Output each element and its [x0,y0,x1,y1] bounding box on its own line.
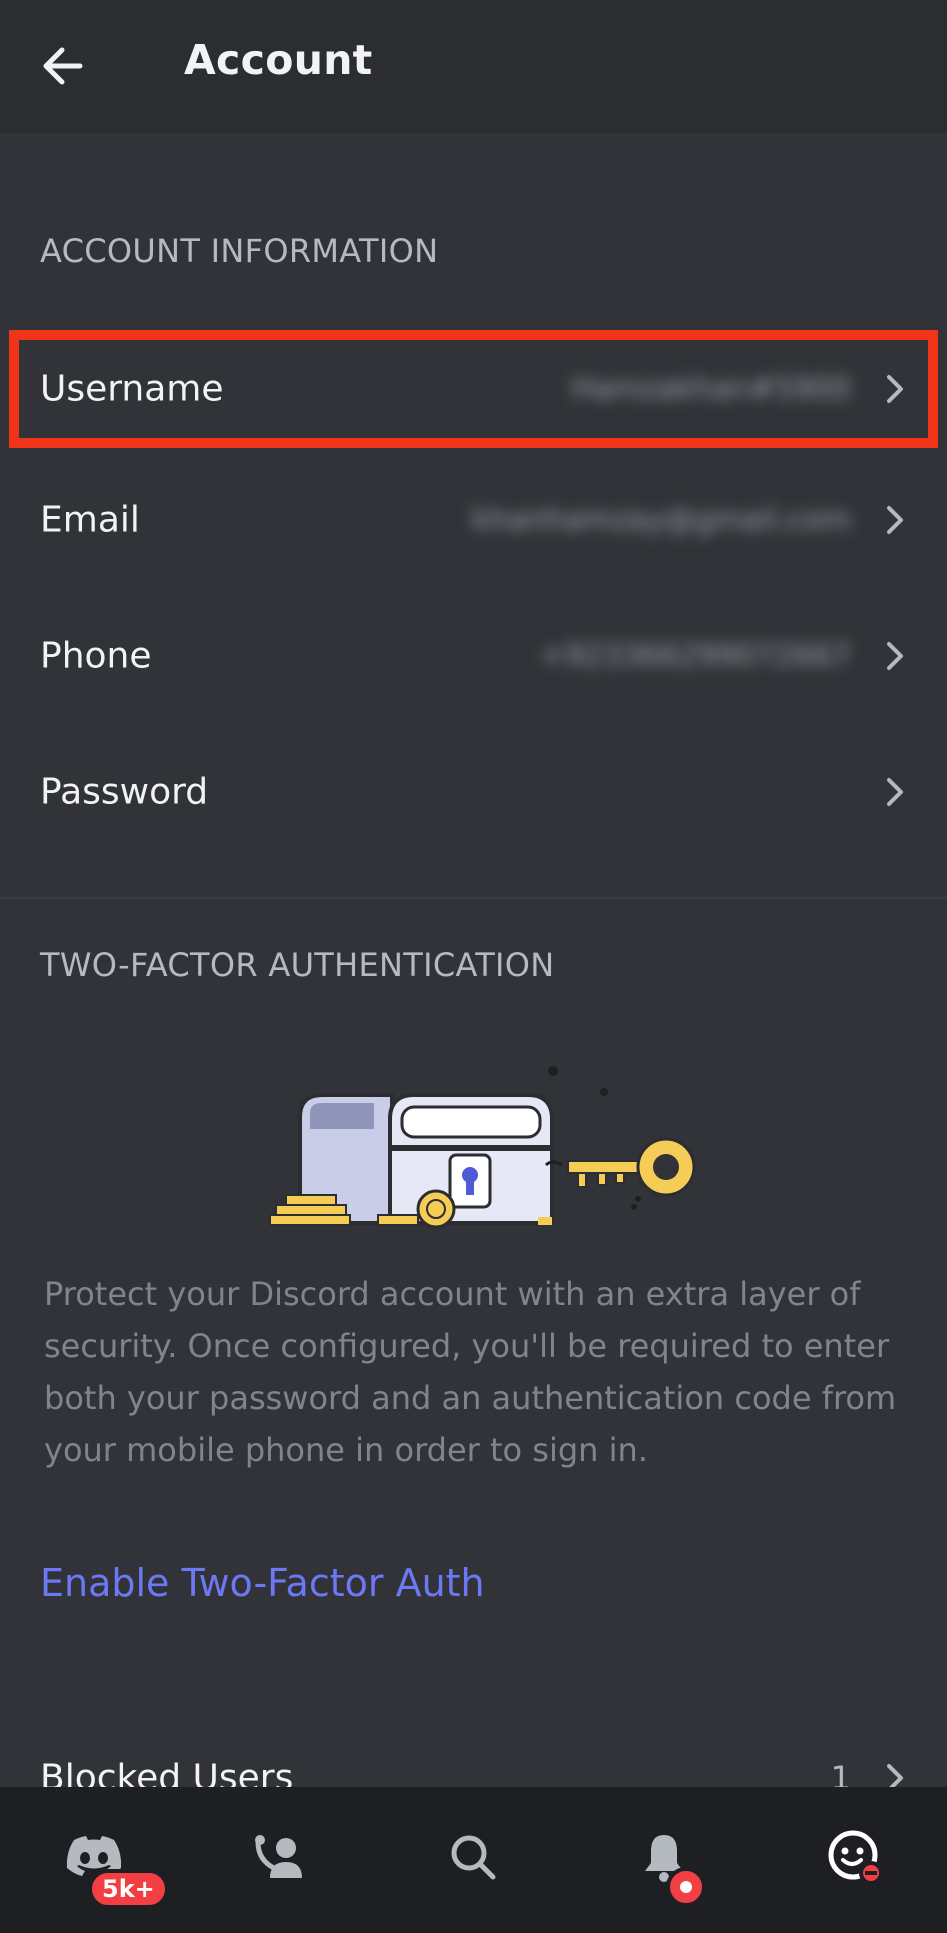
username-label: Username [40,368,224,410]
phone-label: Phone [40,635,152,677]
section-heading-account-information: ACCOUNT INFORMATION [40,232,439,270]
chevron-right-icon [883,638,907,674]
two-factor-description: Protect your Discord account with an ext… [44,1275,897,1469]
search-icon [451,1835,496,1880]
password-row[interactable]: Password [0,724,947,860]
bottom-nav: 5k+ [0,1787,947,1933]
nav-home[interactable]: 5k+ [54,1817,169,1909]
notification-dot [666,1867,706,1907]
section-heading-two-factor: TWO-FACTOR AUTHENTICATION [40,946,555,984]
page-title: Account [184,36,373,84]
nav-notifications[interactable] [624,1817,706,1907]
servers-badge: 5k+ [88,1869,169,1909]
chevron-right-icon [883,502,907,538]
username-row[interactable]: Username Hamzakhan#5900 [0,321,947,457]
chevron-right-icon [883,371,907,407]
email-label: Email [40,499,140,541]
phone-value: +923366299072667 [539,638,851,674]
phone-row[interactable]: Phone +923366299072667 [0,588,947,724]
chevron-right-icon [883,774,907,810]
password-label: Password [40,771,209,813]
back-button[interactable] [34,38,90,94]
email-value: khanhamzay@gmail.com [471,502,851,538]
friends-icon [255,1835,302,1878]
treasure-chest-key-illustration [269,1066,696,1229]
profile-icon [828,1830,883,1885]
section-divider [0,897,947,899]
app-header: Account [0,0,947,133]
nav-friends[interactable] [242,1817,322,1897]
nav-search[interactable] [433,1817,513,1897]
enable-two-factor-link[interactable]: Enable Two-Factor Auth [40,1561,485,1605]
email-row[interactable]: Email khanhamzay@gmail.com [0,452,947,588]
nav-profile[interactable] [815,1817,895,1897]
username-value: Hamzakhan#5900 [571,371,851,407]
arrow-left-icon [43,47,83,85]
